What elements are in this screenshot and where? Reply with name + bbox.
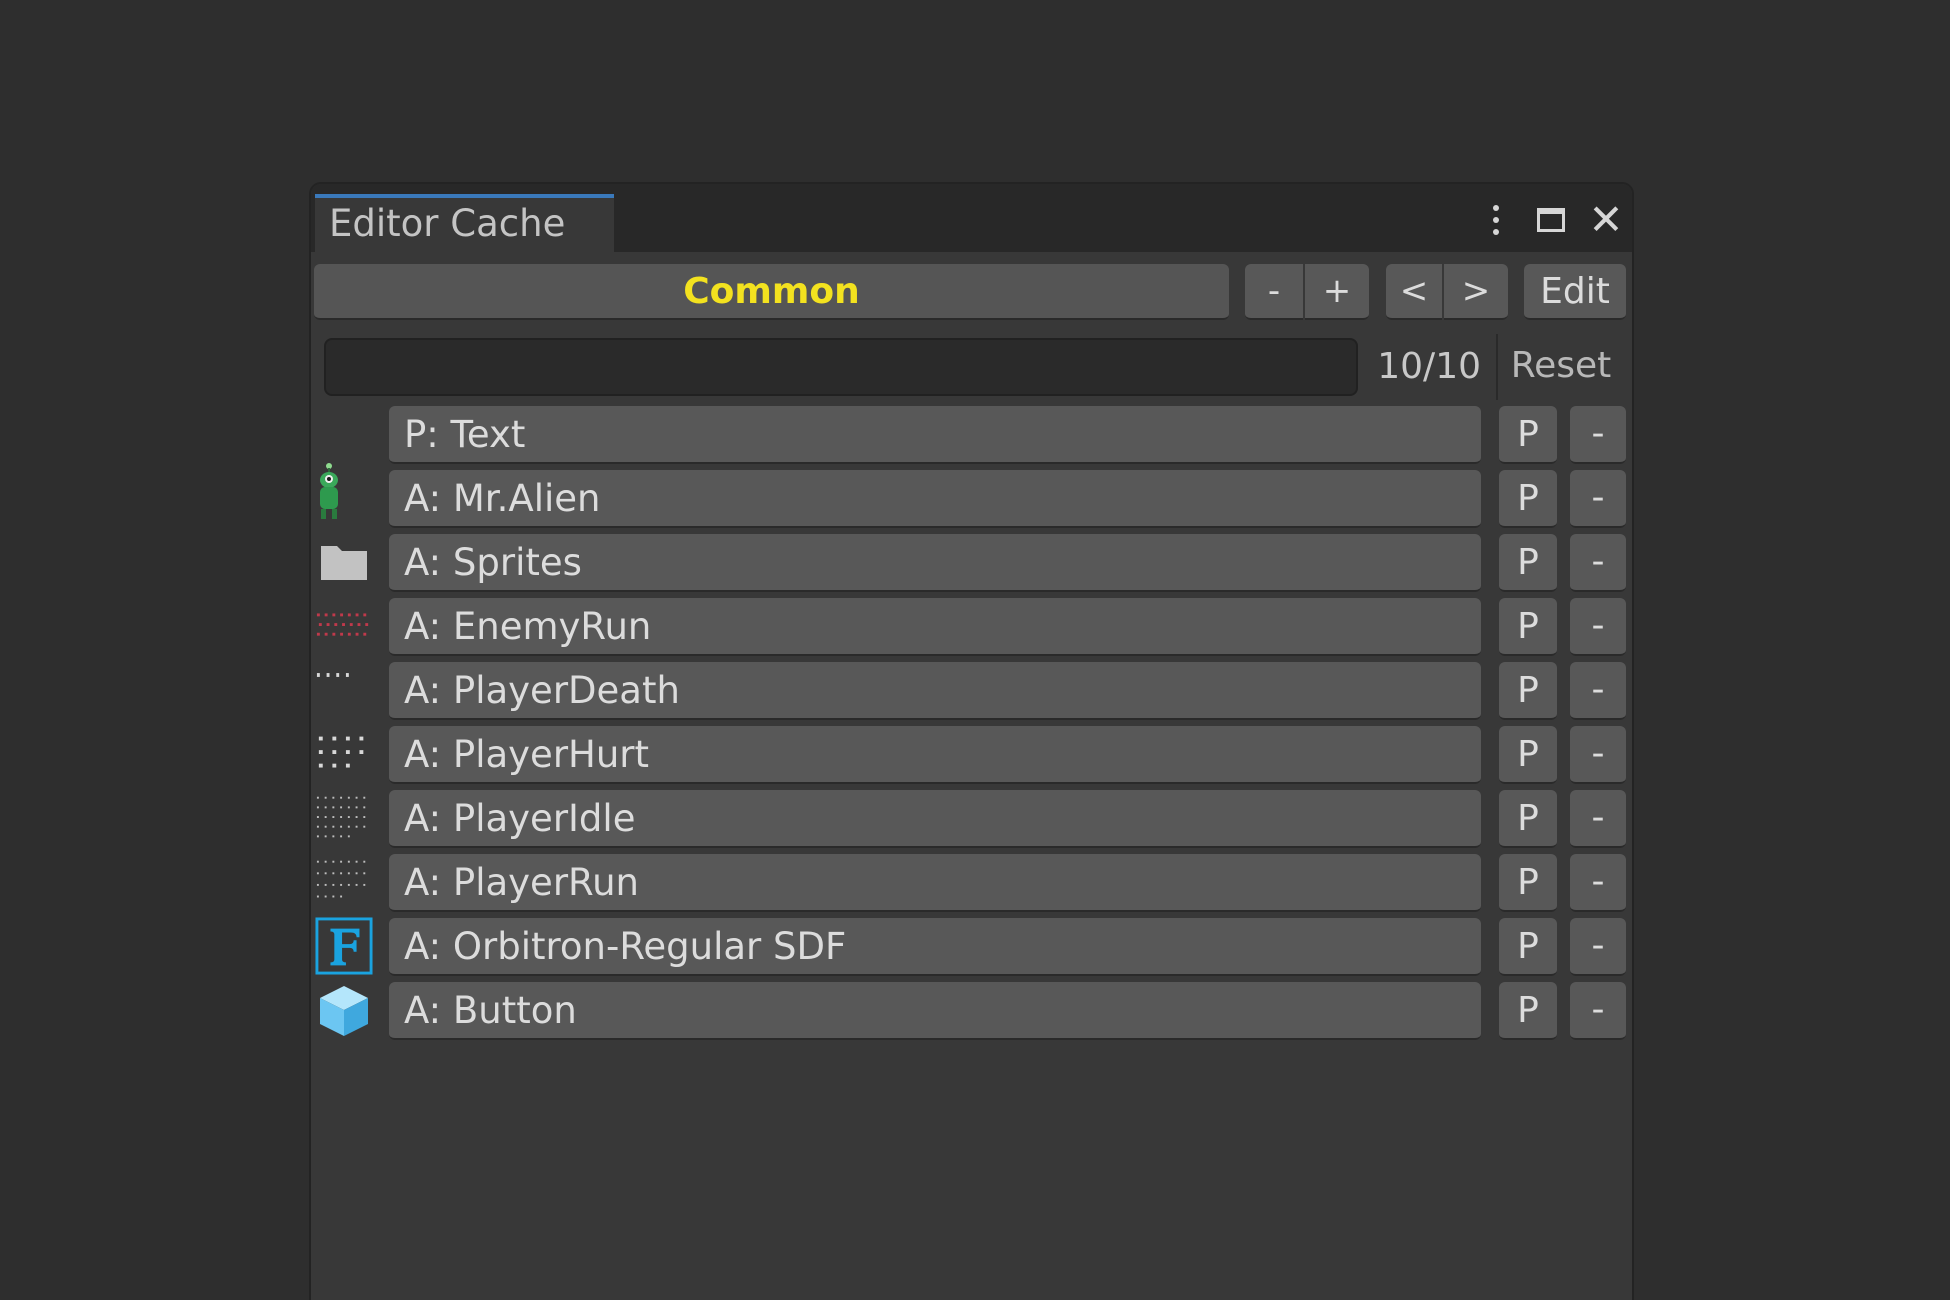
maximize-icon[interactable] xyxy=(1531,200,1571,240)
previous-group-button[interactable]: < xyxy=(1386,264,1442,320)
player-idle-spritesheet-icon xyxy=(315,792,373,844)
ping-button[interactable]: P xyxy=(1499,406,1557,464)
add-group-button[interactable]: + xyxy=(1305,264,1369,320)
list-item: A: PlayerHurt P - xyxy=(311,724,1632,784)
list-item: A: Button P - xyxy=(311,980,1632,1040)
ping-button[interactable]: P xyxy=(1499,790,1557,848)
ping-button[interactable]: P xyxy=(1499,662,1557,720)
list-item: A: Orbitron-Regular SDF P - xyxy=(311,916,1632,976)
enemy-spritesheet-icon xyxy=(315,600,373,652)
item-label-button[interactable]: A: PlayerHurt xyxy=(389,726,1481,784)
font-asset-icon xyxy=(315,917,373,975)
remove-group-button[interactable]: - xyxy=(1245,264,1303,320)
item-label-button[interactable]: A: Sprites xyxy=(389,534,1481,592)
editor-cache-window: Editor Cache ✕ Common - + < > Edit 10/10… xyxy=(309,182,1634,1300)
title-bar: Editor Cache ✕ xyxy=(311,184,1632,252)
ping-button[interactable]: P xyxy=(1499,726,1557,784)
ping-button[interactable]: P xyxy=(1499,470,1557,528)
list-item: A: Sprites P - xyxy=(311,532,1632,592)
item-label-button[interactable]: P: Text xyxy=(389,406,1481,464)
item-label-button[interactable]: A: Orbitron-Regular SDF xyxy=(389,918,1481,976)
remove-item-button[interactable]: - xyxy=(1570,470,1626,528)
list-item: A: PlayerRun P - xyxy=(311,852,1632,912)
edit-button[interactable]: Edit xyxy=(1524,264,1626,320)
divider xyxy=(1496,334,1498,400)
remove-item-button[interactable]: - xyxy=(1570,534,1626,592)
group-selector-button[interactable]: Common xyxy=(314,264,1229,320)
item-label-button[interactable]: A: Mr.Alien xyxy=(389,470,1481,528)
list-item: P: Text P - xyxy=(311,404,1632,464)
remove-item-button[interactable]: - xyxy=(1570,406,1626,464)
remove-item-button[interactable]: - xyxy=(1570,598,1626,656)
player-run-spritesheet-icon xyxy=(315,856,373,908)
item-label-button[interactable]: A: EnemyRun xyxy=(389,598,1481,656)
reset-button[interactable]: Reset xyxy=(1501,337,1621,395)
ping-button[interactable]: P xyxy=(1499,598,1557,656)
remove-item-button[interactable]: - xyxy=(1570,982,1626,1040)
remove-item-button[interactable]: - xyxy=(1570,854,1626,912)
item-label-button[interactable]: A: PlayerDeath xyxy=(389,662,1481,720)
more-options-icon[interactable] xyxy=(1481,200,1511,240)
ping-button[interactable]: P xyxy=(1499,918,1557,976)
remove-item-button[interactable]: - xyxy=(1570,662,1626,720)
remove-item-button[interactable]: - xyxy=(1570,918,1626,976)
remove-item-button[interactable]: - xyxy=(1570,790,1626,848)
remove-item-button[interactable]: - xyxy=(1570,726,1626,784)
item-label-button[interactable]: A: Button xyxy=(389,982,1481,1040)
search-input[interactable] xyxy=(324,338,1358,396)
item-label-button[interactable]: A: PlayerIdle xyxy=(389,790,1481,848)
close-icon[interactable]: ✕ xyxy=(1586,199,1626,241)
player-hurt-spritesheet-icon xyxy=(315,728,373,780)
prefab-cube-icon xyxy=(315,984,373,1036)
ping-button[interactable]: P xyxy=(1499,982,1557,1040)
ping-button[interactable]: P xyxy=(1499,854,1557,912)
folder-icon xyxy=(315,536,373,588)
item-count: 10/10 xyxy=(1377,346,1481,387)
list-item: A: EnemyRun P - xyxy=(311,596,1632,656)
player-death-spritesheet-icon xyxy=(315,664,373,716)
list-item: A: PlayerDeath P - xyxy=(311,660,1632,720)
next-group-button[interactable]: > xyxy=(1444,264,1508,320)
item-label-button[interactable]: A: PlayerRun xyxy=(389,854,1481,912)
list-item: A: Mr.Alien P - xyxy=(311,463,1632,528)
alien-sprite-icon xyxy=(315,463,373,524)
list-item: A: PlayerIdle P - xyxy=(311,788,1632,848)
tab-editor-cache[interactable]: Editor Cache xyxy=(315,194,614,252)
ping-button[interactable]: P xyxy=(1499,534,1557,592)
empty-icon-slot xyxy=(315,408,373,460)
